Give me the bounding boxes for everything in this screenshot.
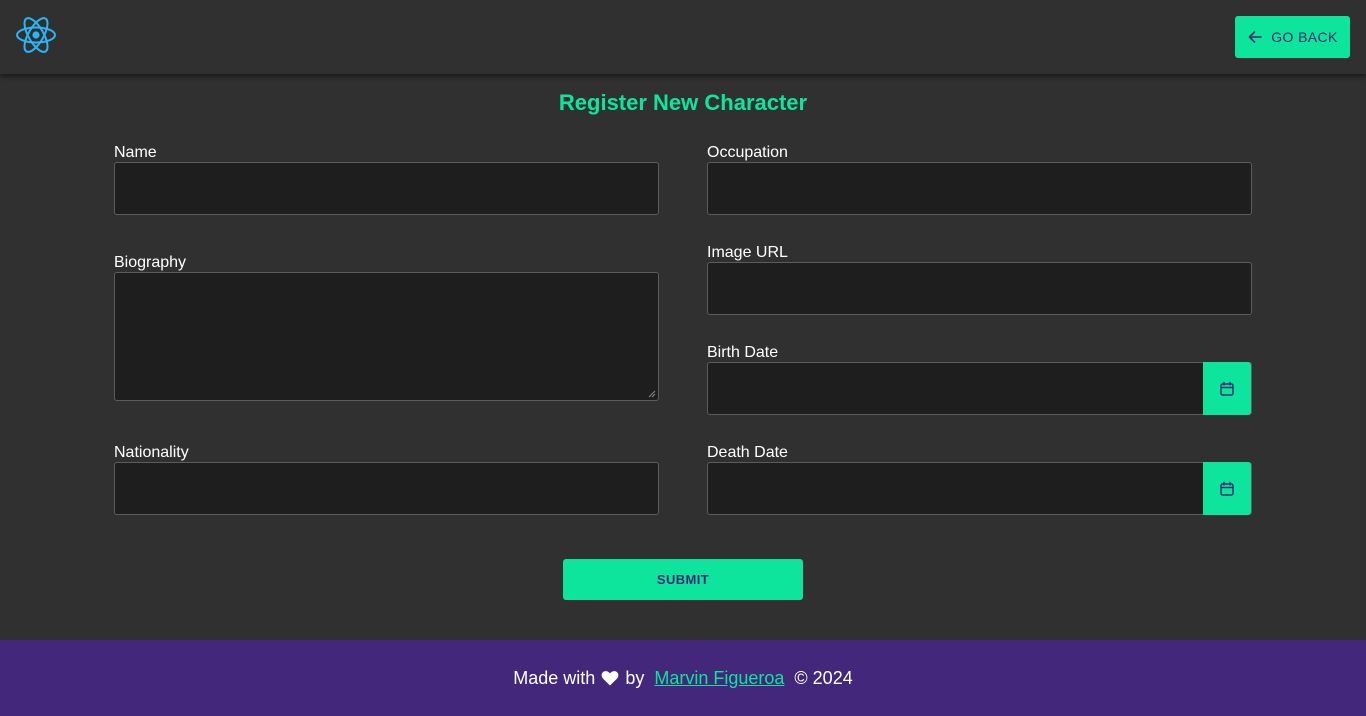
author-link[interactable]: Marvin Figueroa [654, 668, 784, 689]
resize-grip-icon[interactable] [648, 390, 656, 398]
footer-by: by [625, 667, 645, 688]
react-atom-icon[interactable] [14, 15, 58, 55]
calendar-icon [1220, 481, 1234, 496]
heart-icon [601, 671, 619, 686]
footer-made-with: Made with [513, 667, 596, 688]
page-title: Register New Character [558, 90, 808, 115]
footer-copyright: © 2024 [794, 667, 853, 688]
app-header: GO BACK [0, 0, 1366, 74]
name-label: Name [114, 144, 157, 161]
occupation-label: Occupation [707, 144, 788, 161]
occupation-input[interactable] [707, 162, 1252, 215]
biography-label: Biography [114, 254, 187, 271]
death-date-input[interactable] [707, 462, 1252, 515]
birth-date-input[interactable] [707, 362, 1252, 415]
birth-date-label: Birth Date [707, 344, 779, 361]
go-back-label: GO BACK [1271, 29, 1338, 45]
name-input[interactable] [114, 162, 659, 215]
death-date-calendar-button[interactable] [1203, 462, 1251, 515]
image-url-input[interactable] [707, 262, 1252, 315]
death-date-label: Death Date [707, 444, 788, 461]
nationality-input[interactable] [114, 462, 659, 515]
arrow-left-icon [1248, 31, 1263, 43]
image-url-label: Image URL [707, 244, 788, 261]
nationality-label: Nationality [114, 444, 189, 461]
footer: Made with by Marvin Figueroa © 2024 [0, 640, 1366, 716]
submit-button[interactable]: SUBMIT [563, 559, 803, 600]
birth-date-calendar-button[interactable] [1203, 362, 1251, 415]
go-back-button[interactable]: GO BACK [1235, 16, 1350, 58]
calendar-icon [1220, 381, 1234, 396]
biography-textarea[interactable] [114, 272, 659, 401]
